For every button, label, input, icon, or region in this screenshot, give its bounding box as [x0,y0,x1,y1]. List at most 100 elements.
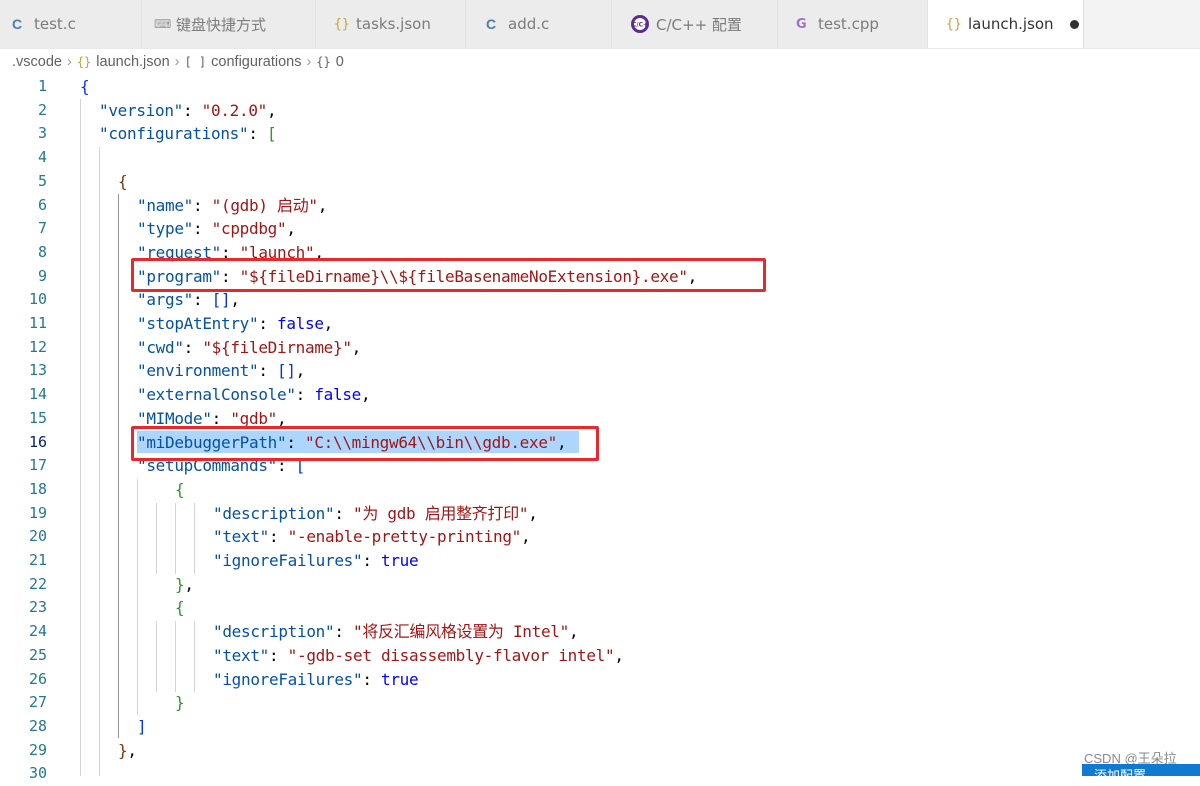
json-key: "stopAtEntry" [137,314,259,333]
code-line: 12 "cwd": "${fileDirname}", [0,336,1200,360]
line-number: 27 [28,693,47,712]
json-value: false [277,314,324,333]
code-line: 14 "externalConsole": false, [0,383,1200,407]
breadcrumb-folder[interactable]: .vscode [12,54,62,70]
json-key: "environment" [137,361,259,381]
json-value: "${fileDirname}" [202,337,352,357]
tab-label: test.c [34,15,76,33]
line-number: 4 [37,148,47,167]
code-line: 3 "configurations": [ [0,122,1200,146]
code-token: } [175,693,185,713]
tab-label: test.cpp [818,15,879,33]
tab-label: tasks.json [356,15,431,33]
json-key: "ignoreFailures" [213,551,363,570]
tab-label: launch.json [968,15,1054,33]
line-number: 3 [37,124,47,143]
code-line: 2 "version": "0.2.0", [0,99,1200,123]
tab-launch-json[interactable]: {} launch.json [928,0,1084,48]
code-line: 13 "environment": [], [0,359,1200,383]
line-number: 8 [37,242,47,261]
code-token: { [118,171,128,191]
line-number: 9 [37,266,47,285]
code-token: { [80,77,90,96]
keyboard-icon: ⌨ [154,17,172,31]
code-line: 11 "stopAtEntry": false, [0,312,1200,336]
line-number: 6 [37,195,47,214]
json-key: "name" [137,195,193,215]
tab-label: add.c [508,15,550,33]
code-token: } [175,574,185,594]
json-file-icon: {} [946,16,962,32]
json-value: true [381,669,419,689]
code-line: 23 { [0,596,1200,620]
tab-add-c[interactable]: C add.c [466,0,612,48]
code-line: 18 { [0,478,1200,502]
json-key: "externalConsole" [137,385,296,405]
json-value: "-gdb-set disassembly-flavor intel" [287,645,615,665]
tab-tasks-json[interactable]: {} tasks.json [316,0,466,48]
code-line: 29 }, [0,739,1200,763]
line-number: 20 [28,527,47,546]
json-value: false [314,385,362,405]
json-value: "0.2.0" [201,100,268,120]
line-number: 15 [28,408,47,427]
code-line: 22 }, [0,573,1200,597]
json-key: "MIMode" [137,408,212,428]
json-key: "version" [99,100,183,120]
line-number: 24 [28,622,47,641]
line-number: 2 [37,100,47,119]
json-value: "将反汇编风格设置为 Intel" [353,622,569,642]
tab-label: C/C++ 配置 [656,15,742,34]
json-value: "-enable-pretty-printing" [287,527,522,547]
json-value: "gdb" [230,408,278,428]
line-number: 18 [28,479,47,498]
chevron-right-icon: › [306,54,312,70]
json-key: "args" [137,290,193,310]
code-line: 19 "description": "为 gdb 启用整齐打印", [0,502,1200,526]
line-number: 1 [37,77,47,95]
json-value: "cppdbg" [211,219,287,239]
code-line: 4 [0,146,1200,170]
line-number: 13 [28,361,47,380]
breadcrumb-object[interactable]: 0 [336,54,344,70]
tab-test-cpp[interactable]: G test.cpp [778,0,928,48]
code-line: 26 "ignoreFailures": true [0,668,1200,692]
line-number: 26 [28,669,47,688]
code-line: 24 "description": "将反汇编风格设置为 Intel", [0,620,1200,644]
line-number: 29 [28,740,47,759]
chevron-right-icon: › [66,54,72,70]
code-token: ] [137,716,147,736]
breadcrumb: .vscode › {} launch.json › [ ] configura… [0,49,1200,75]
object-icon: {} [316,55,331,69]
code-editor[interactable]: 1 { 2 "version": "0.2.0", 3 "configurati… [0,75,1200,782]
code-token: { [175,479,185,499]
chevron-right-icon: › [174,54,180,70]
tab-test-c[interactable]: C test.c [0,0,142,48]
code-token: } [118,740,128,760]
code-line: 5 { [0,170,1200,194]
tab-cpp-config[interactable]: C/C+ C/C++ 配置 [612,0,778,48]
json-key: "text" [213,645,269,665]
line-number: 22 [28,574,47,593]
json-file-icon: {} [76,55,92,69]
json-key: "description" [213,622,335,642]
unsaved-dot-icon[interactable] [1069,19,1079,29]
code-line: 27 } [0,691,1200,715]
add-configuration-button[interactable]: 添加配置... [1082,764,1200,776]
highlight-box-midebuggerpath [131,426,599,461]
line-number: 10 [28,290,47,309]
json-key: "description" [213,503,335,523]
highlight-box-program [131,258,766,292]
breadcrumb-array[interactable]: configurations [211,54,301,70]
tab-label: 键盘快捷方式 [176,15,267,34]
tab-keyboard-shortcuts[interactable]: ⌨ 键盘快捷方式 [142,0,316,48]
line-number: 16 [28,432,47,451]
json-key: "type" [137,219,193,239]
breadcrumb-file[interactable]: launch.json [96,54,169,70]
json-value: [] [211,290,231,310]
code-line: 1 { [0,75,1200,99]
json-file-icon: {} [334,16,350,32]
line-number: 21 [28,551,47,569]
line-number: 12 [28,337,47,356]
line-number: 19 [28,503,47,522]
